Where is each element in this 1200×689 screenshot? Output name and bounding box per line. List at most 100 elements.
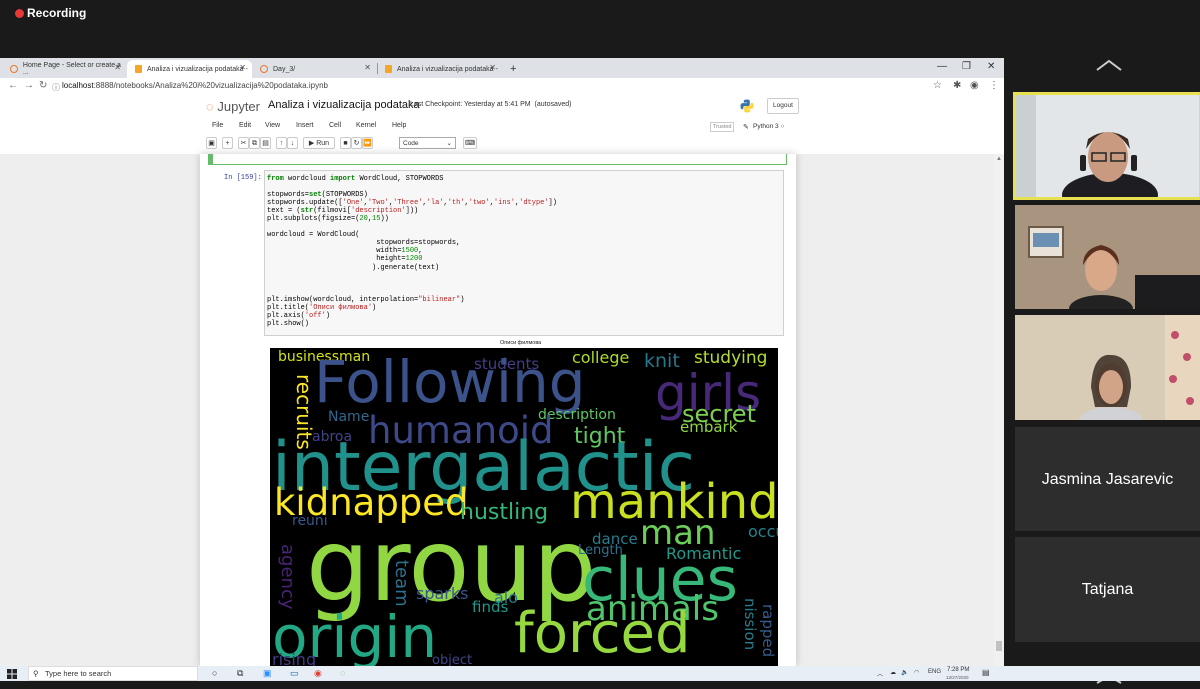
save-icon[interactable]: ▣ [206,137,217,149]
video-tile-tatjana[interactable]: Tatjana [1015,537,1200,642]
cortana-icon[interactable]: ○ [212,668,217,678]
tray-expand-icon[interactable]: ︿ [877,669,883,678]
tab-analiza-2[interactable]: Analiza i vizualizacija podataka - ✕ [377,60,502,78]
code-token: set [309,191,322,200]
menu-kernel[interactable]: Kernel [356,122,376,129]
code-token: 'dtype' [519,199,549,208]
close-tab-icon[interactable]: ✕ [489,63,496,72]
jupyter-favicon-icon [260,65,268,73]
language-indicator[interactable]: ENG [928,669,941,675]
run-button[interactable]: ▶ Run [303,137,335,149]
move-up-icon[interactable]: ↑ [276,137,287,149]
new-tab-button[interactable]: + [503,60,523,78]
maximize-icon[interactable]: ❐ [962,61,971,72]
video-tile-participant-2[interactable] [1015,205,1200,309]
windows-start-icon[interactable] [7,669,17,679]
clock-date[interactable]: 12/27/2020 [946,675,969,680]
keyboard-icon[interactable]: ⌨ [463,137,477,149]
video-tile-participant-3[interactable] [1015,315,1200,420]
menu-cell[interactable]: Cell [329,122,341,129]
clock-time[interactable]: 7:28 PM [947,667,969,673]
recording-label: Recording [27,6,87,20]
close-tab-icon[interactable]: ✕ [114,63,121,72]
tab-label: Home Page - Select or create a ... [22,62,121,76]
checkpoint-status: Last Checkpoint: Yesterday at 5:41 PM (a… [410,101,572,108]
stop-icon[interactable]: ■ [340,137,351,149]
code-cell-editor[interactable]: from wordcloud import WordCloud, STOPWOR… [264,170,784,336]
address-bar-row: ← → ↻ ⓘ localhost:8888/notebooks/Analiza… [0,78,1004,97]
bookmark-favicon-icon [135,65,142,73]
tab-analiza-active[interactable]: Analiza i vizualizacija podataka - ✕ [127,60,252,78]
trusted-badge[interactable]: Trusted [710,122,735,132]
task-view-icon[interactable]: ⧉ [237,668,243,679]
info-icon[interactable]: ⓘ [52,82,60,93]
paste-icon[interactable]: ▤ [260,137,271,149]
menu-file[interactable]: File [212,122,223,129]
jupyter-logo-text: Jupyter [217,99,260,114]
extensions-icon[interactable]: ✱ [953,80,961,91]
menu-help[interactable]: Help [392,122,406,129]
participant-video-thumbnail [1015,315,1200,420]
code-line: ).generate(text) [267,264,781,272]
code-token: 'off' [304,311,326,320]
cell-type-value: Code [403,140,419,147]
file-explorer-icon[interactable]: ▭ [290,668,299,679]
more-menu-icon[interactable]: ⋮ [989,80,999,91]
menu-view[interactable]: View [265,122,280,129]
code-token: stopwords.update([ [267,199,343,208]
participant-name: Jasmina Jasarevic [1041,471,1174,488]
code-token: 'Описи филмова' [309,303,373,312]
notebook-title[interactable]: Analiza i vizualizacija podataka [268,99,420,111]
star-icon[interactable]: ☆ [933,80,942,91]
close-tab-icon[interactable]: ✕ [364,63,371,72]
wordcloud-word: sparks [416,584,469,603]
jupyter-favicon-icon [10,65,18,73]
fast-forward-icon[interactable]: ⏩ [362,137,373,149]
network-icon[interactable]: ☁ [890,669,896,676]
forward-arrow-icon[interactable]: → [24,80,34,91]
tab-day3[interactable]: Day_3/ ✕ [252,60,377,78]
logout-button[interactable]: Logout [767,98,799,114]
code-line: plt.imshow(wordcloud, interpolation="bil… [267,296,781,304]
cell-type-select[interactable]: Code ⌄ [399,137,456,149]
menu-edit[interactable]: Edit [239,122,251,129]
taskbar-search-box[interactable]: ⚲ Type here to search [28,666,198,681]
windows-taskbar: ⚲ Type here to search ○ ⧉ ▣ ▭ ◉ ◌ ︿ ☁ 🔈 … [0,666,1200,681]
cut-icon[interactable]: ✂ [238,137,249,149]
wifi-icon[interactable]: ◠ [914,669,919,676]
scrollbar-thumb[interactable] [996,641,1002,651]
collapse-up-icon[interactable] [1096,58,1122,71]
restart-icon[interactable]: ↻ [351,137,362,149]
previous-cell-selected[interactable] [208,154,787,165]
profile-icon[interactable]: ◉ [970,80,979,91]
notifications-icon[interactable]: ▤ [982,668,990,677]
tab-home-page[interactable]: Home Page - Select or create a ... ✕ [2,60,127,78]
wordcloud-word: nission [741,598,759,651]
vertical-scrollbar[interactable]: ▲ [994,154,1004,666]
insert-cell-icon[interactable]: + [222,137,233,149]
zoom-app-icon[interactable]: ▣ [263,668,272,679]
close-window-icon[interactable]: ✕ [987,61,995,72]
code-line: stopwords=stopwords, [267,239,781,247]
scroll-up-icon[interactable]: ▲ [996,156,1002,162]
app-icon[interactable]: ◌ [340,668,345,678]
search-placeholder: Type here to search [45,669,112,678]
move-down-icon[interactable]: ↓ [287,137,298,149]
autosave-text: (autosaved) [534,101,572,108]
copy-icon[interactable]: ⧉ [249,137,260,149]
code-token: from [267,175,284,183]
minimize-icon[interactable]: — [937,61,947,72]
pencil-icon[interactable]: ✎ [743,123,749,131]
chrome-icon[interactable]: ◉ [314,668,322,679]
close-tab-icon[interactable]: ✕ [239,63,246,72]
jupyter-logo[interactable]: ◌ Jupyter [206,99,260,114]
reload-icon[interactable]: ↻ [39,80,47,91]
video-tile-active-speaker[interactable] [1013,92,1200,200]
url-field[interactable]: localhost:8888/notebooks/Analiza%20i%20v… [62,81,328,90]
video-tile-jasmina[interactable]: Jasmina Jasarevic [1015,427,1200,531]
back-arrow-icon[interactable]: ← [8,80,18,91]
tab-strip: Home Page - Select or create a ... ✕ Ana… [0,58,1004,78]
code-token: ) [372,303,377,312]
menu-insert[interactable]: Insert [296,122,314,129]
volume-icon[interactable]: 🔈 [901,669,908,676]
